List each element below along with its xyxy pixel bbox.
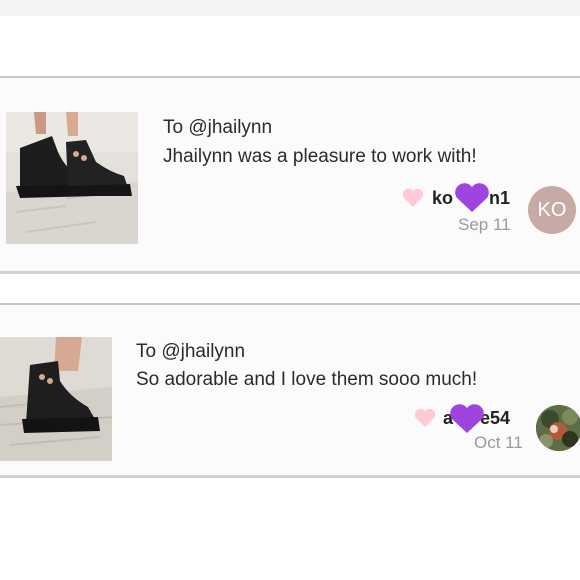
comment-card: To @jhailynn So adorable and I love them…	[0, 303, 580, 478]
avatar-photo	[536, 405, 580, 451]
recipient-label: To @jhailynn	[136, 341, 246, 362]
comment-text: So adorable and I love them sooo much!	[136, 369, 478, 390]
top-divider	[0, 0, 580, 16]
heart-icon[interactable]	[412, 406, 438, 428]
comment-date: Oct 11	[474, 433, 523, 452]
purple-heart-icon	[448, 401, 486, 435]
avatar[interactable]: KO	[528, 186, 576, 234]
product-thumbnail[interactable]	[0, 337, 112, 461]
heart-icon[interactable]	[400, 186, 426, 208]
boot-photo	[0, 337, 112, 461]
purple-heart-icon	[453, 180, 491, 214]
page: To @jhailynn Jhailynn was a pleasure to …	[0, 0, 580, 580]
comment-date: Sep 11	[458, 215, 511, 234]
avatar[interactable]	[536, 405, 580, 451]
comment-card: To @jhailynn Jhailynn was a pleasure to …	[0, 76, 580, 274]
product-thumbnail[interactable]	[6, 112, 138, 244]
recipient-label: To @jhailynn	[163, 117, 273, 138]
comment-text: Jhailynn was a pleasure to work with!	[163, 146, 477, 167]
boot-photo	[6, 112, 138, 244]
